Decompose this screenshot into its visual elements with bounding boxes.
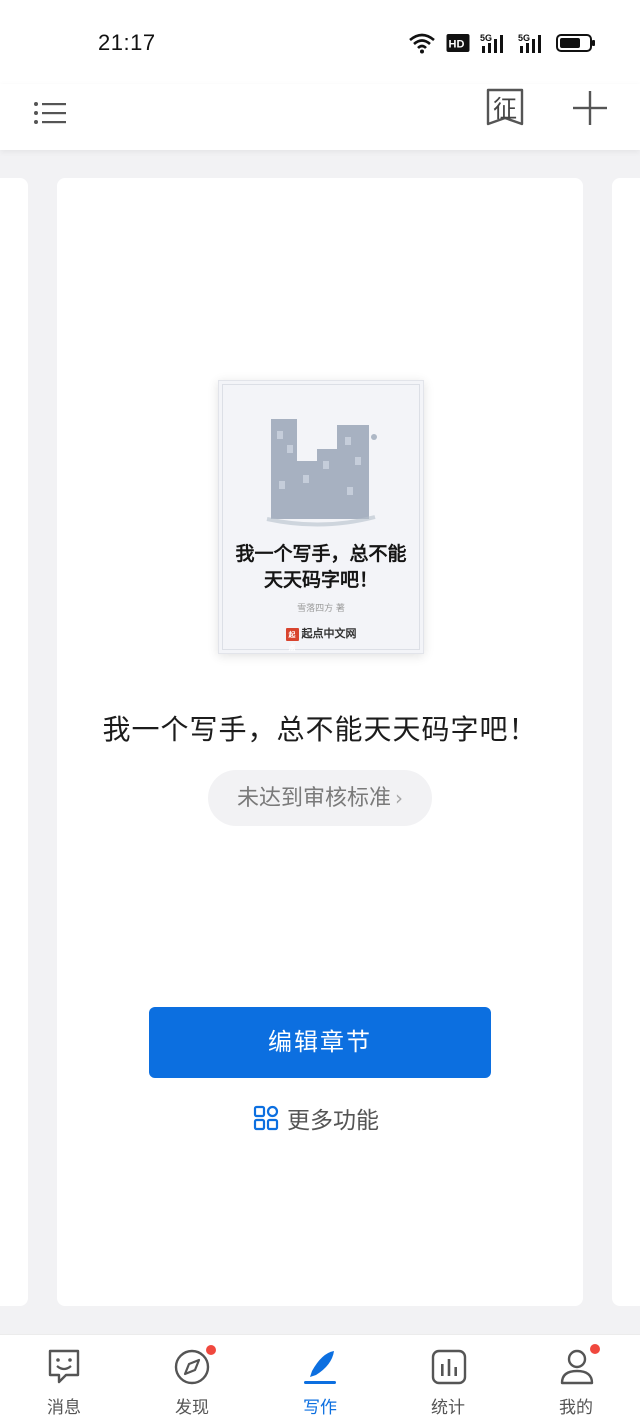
review-status-label: 未达到审核标准 [236, 786, 391, 811]
cover-city-art [266, 419, 377, 527]
book-title: 我一个写手，总不能天天码字吧！ [102, 713, 538, 746]
tab-label: 写作 [303, 1398, 337, 1418]
review-status-chip[interactable]: 未达到审核标准 › [208, 770, 432, 826]
add-button[interactable] [568, 86, 612, 130]
cover-title: 我一个写手，总不能天天码字吧！ [235, 543, 407, 591]
tab-label: 我的 [559, 1398, 593, 1418]
bar-chart-icon [431, 1349, 467, 1385]
tab-messages[interactable]: 消息 [14, 1335, 114, 1422]
zheng-label: 征 [493, 95, 517, 123]
5g-signal-icon: 5G [518, 33, 541, 53]
brand-seal-icon: 起点 [285, 627, 299, 652]
grid-icon [253, 1105, 279, 1131]
cover-author: 雪落四方 著 [297, 604, 345, 614]
wifi-icon [409, 33, 435, 54]
list-icon [34, 102, 66, 124]
more-functions-button[interactable]: 更多功能 [253, 1098, 379, 1138]
svg-text:5G: 5G [518, 33, 530, 43]
tab-discover[interactable]: 发现 [142, 1335, 242, 1422]
hd-icon: HD [446, 34, 470, 52]
battery-icon [556, 34, 595, 52]
book-card: 我一个写手，总不能天天码字吧！ 雪落四方 著 起点起点中文网 我一个写手，总不能… [57, 178, 583, 1306]
user-icon [560, 1349, 594, 1385]
message-smile-icon [48, 1349, 80, 1384]
more-functions-label: 更多功能 [287, 1108, 379, 1134]
book-cover[interactable]: 我一个写手，总不能天天码字吧！ 雪落四方 著 起点起点中文网 [218, 380, 424, 654]
edit-chapters-button[interactable]: 编辑章节 [149, 1007, 491, 1078]
tab-profile[interactable]: 我的 [526, 1335, 626, 1422]
chevron-right-icon: › [395, 786, 403, 810]
tab-label: 消息 [47, 1398, 81, 1418]
tab-writing[interactable]: 写作 [270, 1335, 370, 1422]
status-icons: HD 5G 5G [408, 30, 596, 56]
svg-text:HD: HD [449, 39, 465, 51]
submission-button[interactable]: 征 [484, 86, 526, 130]
svg-text:5G: 5G [480, 33, 492, 43]
status-bar: 21:17 HD 5G 5G [0, 0, 640, 84]
5g-signal-icon: 5G [480, 33, 503, 53]
tab-stats[interactable]: 统计 [398, 1335, 498, 1422]
menu-button[interactable] [30, 92, 72, 134]
next-book-card[interactable] [612, 178, 640, 1306]
bottom-tab-bar: 消息 发现 写作 统计 我的 [0, 1334, 640, 1422]
previous-book-card[interactable] [0, 178, 28, 1306]
cover-brand-label: 起点中文网 [301, 627, 357, 640]
notification-dot [206, 1345, 216, 1355]
tab-label: 发现 [175, 1398, 209, 1418]
top-bar: 征 [0, 84, 640, 150]
tab-label: 统计 [431, 1398, 465, 1418]
notification-dot [590, 1344, 600, 1354]
cover-brand: 起点起点中文网 [219, 625, 423, 652]
status-time: 21:17 [98, 30, 156, 55]
quill-pen-icon [304, 1351, 336, 1384]
plus-icon [573, 91, 607, 125]
